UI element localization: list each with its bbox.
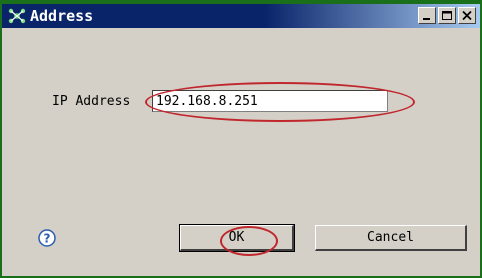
minimize-icon — [423, 18, 430, 20]
close-icon — [462, 10, 472, 21]
ok-button[interactable]: OK — [179, 224, 295, 252]
cancel-button-label: Cancel — [367, 230, 414, 245]
close-button[interactable] — [458, 7, 476, 24]
network-icon — [8, 8, 26, 24]
ip-address-input[interactable] — [152, 90, 388, 112]
address-dialog: Address IP Address ? OK Cancel — [0, 0, 482, 278]
maximize-button[interactable] — [438, 7, 456, 24]
svg-text:?: ? — [44, 232, 51, 246]
help-icon[interactable]: ? — [38, 229, 56, 247]
minimize-button[interactable] — [418, 7, 436, 24]
window-title: Address — [30, 7, 94, 25]
ok-button-label: OK — [228, 230, 245, 245]
ip-address-label: IP Address — [52, 94, 131, 109]
title-bar[interactable]: Address — [2, 0, 480, 28]
cancel-button[interactable]: Cancel — [315, 225, 467, 251]
maximize-icon — [442, 11, 452, 20]
